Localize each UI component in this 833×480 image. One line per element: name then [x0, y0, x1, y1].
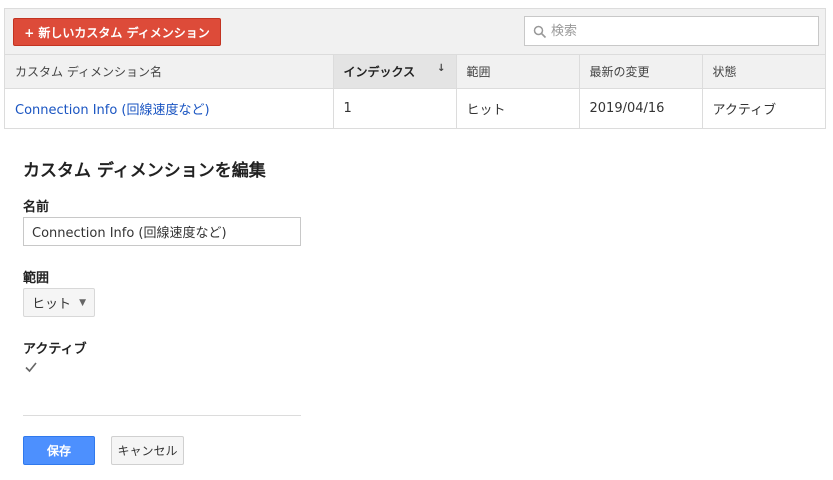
cancel-button[interactable]: キャンセル [111, 436, 184, 465]
search-box[interactable] [524, 16, 819, 46]
chevron-down-icon: ▼ [79, 297, 86, 308]
save-button[interactable]: 保存 [23, 436, 95, 465]
scope-select-value: ヒット [32, 297, 72, 312]
column-header-name[interactable]: カスタム ディメンション名 [5, 55, 334, 89]
scope-select[interactable]: ヒット ▼ [23, 288, 95, 317]
search-icon [533, 25, 547, 39]
dimension-name-link[interactable]: Connection Info (回線速度など) [15, 103, 210, 118]
column-header-status[interactable]: 状態 [702, 55, 825, 89]
edit-title: カスタム ディメンションを編集 [23, 161, 266, 181]
cell-scope: ヒット [456, 88, 580, 128]
name-label: 名前 [23, 200, 50, 215]
toolbar: + 新しいカスタム ディメンション [5, 9, 825, 55]
column-header-scope[interactable]: 範囲 [456, 55, 580, 89]
column-header-index[interactable]: インデックス ↓ [333, 55, 457, 89]
checkmark-icon [25, 362, 37, 373]
cell-index: 1 [333, 88, 457, 128]
custom-dimensions-table: カスタム ディメンション名 インデックス ↓ 範囲 最新の変更 状態 Connec… [5, 55, 825, 128]
divider [23, 415, 301, 416]
scope-label: 範囲 [23, 271, 50, 286]
new-custom-dimension-button[interactable]: + 新しいカスタム ディメンション [13, 18, 221, 46]
custom-dimensions-panel: + 新しいカスタム ディメンション カスタム ディメンション名 インデックス↓ … [4, 8, 826, 129]
table-header-row: カスタム ディメンション名 インデックス ↓ 範囲 最新の変更 状態 [5, 55, 825, 89]
active-label: アクティブ [23, 342, 87, 357]
search-input[interactable] [549, 21, 809, 41]
active-checkbox[interactable] [24, 360, 38, 374]
cell-last-modified: 2019/04/16 [579, 88, 703, 128]
cell-status: アクティブ [712, 102, 777, 118]
sort-descending-icon: ↓ [437, 62, 446, 74]
column-header-last-modified[interactable]: 最新の変更 [579, 55, 703, 89]
name-input[interactable] [23, 217, 301, 246]
table-row: Connection Info (回線速度など) 1 ヒット 2019/04/1… [5, 88, 825, 128]
edit-section: カスタム ディメンションを編集 [23, 156, 266, 184]
